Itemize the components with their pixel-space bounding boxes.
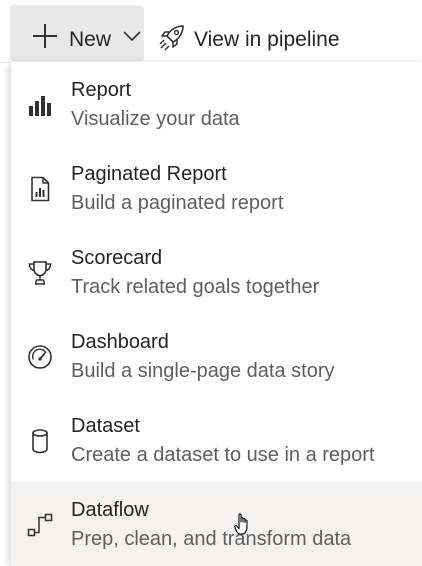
menu-item-description: Create a dataset to use in a report <box>71 444 375 466</box>
menu-item-title: Paginated Report <box>71 163 227 185</box>
menu-item-title: Scorecard <box>71 247 163 269</box>
menu-item-dashboard[interactable]: Dashboard Build a single-page data story <box>11 314 422 398</box>
menu-item-description: Build a paginated report <box>71 192 284 214</box>
menu-item-title: Dataset <box>71 415 140 437</box>
menu-item-description: Track related goals together <box>71 276 320 298</box>
menu-item-scorecard[interactable]: Scorecard Track related goals together <box>11 230 422 314</box>
menu-item-paginated-report[interactable]: Paginated Report Build a paginated repor… <box>11 146 422 230</box>
bar-chart-icon <box>27 92 53 118</box>
menu-item-title: Report <box>71 79 132 101</box>
dataflow-icon <box>27 512 53 538</box>
paginated-report-icon <box>27 176 53 202</box>
new-button[interactable]: New <box>10 5 144 61</box>
chevron-down-icon <box>123 30 141 42</box>
rocket-icon <box>158 23 186 51</box>
new-dropdown-menu: Report Visualize your data Paginated Rep… <box>10 62 422 566</box>
gauge-icon <box>27 344 53 370</box>
menu-item-description: Visualize your data <box>71 108 240 130</box>
menu-item-description: Prep, clean, and transform data <box>71 528 352 550</box>
toolbar: New View in pipeline <box>0 0 422 63</box>
menu-item-dataflow[interactable]: Dataflow Prep, clean, and transform data <box>11 482 422 566</box>
menu-item-dataset[interactable]: Dataset Create a dataset to use in a rep… <box>11 398 422 482</box>
menu-item-title: Dashboard <box>71 331 169 353</box>
menu-item-report[interactable]: Report Visualize your data <box>11 62 422 146</box>
database-icon <box>27 428 53 454</box>
menu-item-description: Build a single-page data story <box>71 360 335 382</box>
menu-item-title: Dataflow <box>71 499 149 521</box>
new-button-label: New <box>69 28 112 51</box>
view-in-pipeline-button[interactable]: View in pipeline <box>152 5 362 61</box>
trophy-icon <box>27 260 53 286</box>
view-in-pipeline-label: View in pipeline <box>194 28 340 51</box>
plus-icon <box>32 23 58 49</box>
